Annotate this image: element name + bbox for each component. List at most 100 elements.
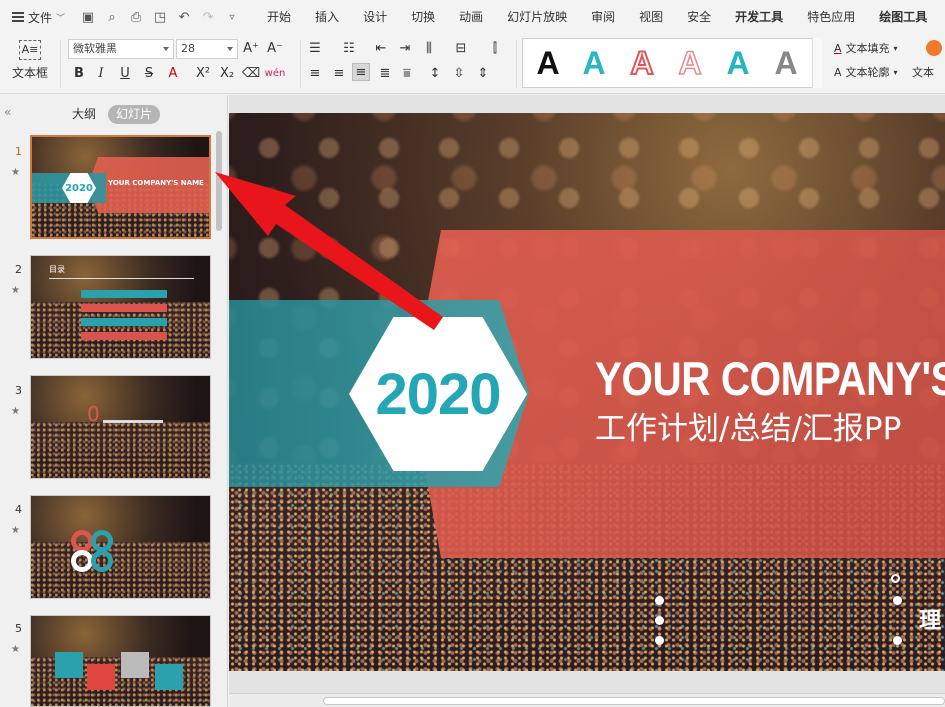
slide-number: 5 <box>15 622 22 635</box>
tab-drawing-tools[interactable]: 绘图工具 <box>867 0 939 34</box>
animation-star-icon: ★ <box>11 644 20 655</box>
tab-review[interactable]: 审阅 <box>579 0 627 34</box>
save-icon[interactable]: ▣ <box>79 8 97 26</box>
wordart-style-black[interactable]: A <box>531 45 565 81</box>
decor-dot <box>893 636 902 645</box>
text-fill-icon: A <box>834 41 842 55</box>
superscript-icon[interactable]: X² <box>194 64 212 82</box>
slide-thumbnail-1[interactable]: 2020 YOUR COMPANY'S NAME <box>30 135 211 239</box>
wordart-gallery-scroll[interactable] <box>812 38 822 88</box>
chevron-down-icon: ﹀ <box>56 13 66 24</box>
tab-slideshow[interactable]: 幻灯片放映 <box>495 0 579 34</box>
tab-animation[interactable]: 动画 <box>447 0 495 34</box>
tab-security[interactable]: 安全 <box>675 0 723 34</box>
distribute-icon[interactable]: ⩸ <box>398 64 416 82</box>
textbox-label: 文本框 <box>11 66 48 80</box>
file-menu-label: 文件 <box>28 10 53 25</box>
phonetic-icon[interactable]: wén <box>265 64 286 82</box>
columns-icon[interactable]: ⫿ <box>486 39 504 57</box>
tab-view[interactable]: 视图 <box>627 0 675 34</box>
grow-font-icon[interactable]: A⁺ <box>242 39 260 57</box>
text-direction-icon[interactable]: ⫼ <box>420 39 438 57</box>
user-avatar[interactable] <box>926 40 942 56</box>
chevron-down-icon <box>163 47 169 51</box>
line-spacing-icon[interactable]: ↕ <box>426 64 444 82</box>
textbox-icon: A≡ <box>19 40 41 60</box>
wordart-style-gray[interactable]: A <box>769 45 803 81</box>
tab-outline[interactable]: 大纲 <box>64 105 104 124</box>
slide-thumbnail-3[interactable]: 0 <box>30 375 211 479</box>
increase-indent-icon[interactable]: ⇥ <box>396 39 414 57</box>
decor-dot <box>893 596 902 605</box>
paragraph-settings-icon[interactable]: ⇕ <box>474 64 492 82</box>
animation-star-icon: ★ <box>11 167 20 178</box>
customize-icon[interactable]: ▿ <box>223 8 241 26</box>
thumb-card <box>121 652 149 678</box>
bold-icon[interactable]: B <box>70 64 88 82</box>
scrollbar-thumb[interactable] <box>323 697 945 705</box>
italic-icon[interactable]: I <box>92 64 110 82</box>
slide-number: 1 <box>15 145 22 158</box>
wordart-styles-gallery: A A A A A A <box>522 38 822 88</box>
chevron-down-icon: ▾ <box>893 67 898 77</box>
align-center-icon[interactable]: ≡ <box>330 64 348 82</box>
current-slide[interactable]: 2020 YOUR COMPANY'S 工作计划/总结/汇报PP 理 <box>229 113 945 671</box>
wordart-style-red-outline[interactable]: A <box>625 44 659 82</box>
tab-developer[interactable]: 开发工具 <box>723 0 795 34</box>
justify-icon[interactable]: ≣ <box>376 64 394 82</box>
decrease-indent-icon[interactable]: ⇤ <box>372 39 390 57</box>
tab-slides[interactable]: 幻灯片 <box>108 105 161 124</box>
slide-thumbnail-2[interactable]: 目录 <box>30 255 211 359</box>
tab-start[interactable]: 开始 <box>255 0 303 34</box>
undo-icon[interactable]: ↶ <box>175 8 193 26</box>
slide-number: 2 <box>15 263 22 276</box>
tab-insert[interactable]: 插入 <box>303 0 351 34</box>
slide-thumbnail-4[interactable] <box>30 495 211 599</box>
font-name-select[interactable]: 微软雅黑 <box>68 39 174 59</box>
text-effect-button[interactable]: 文本 <box>912 64 934 80</box>
wordart-style-teal[interactable]: A <box>577 45 611 81</box>
paragraph-spacing-icon[interactable]: ⇳ <box>450 64 468 82</box>
redo-icon[interactable]: ↷ <box>199 8 217 26</box>
text-outline-button[interactable]: A 文本轮廓 ▾ <box>834 64 898 80</box>
company-subtitle[interactable]: 工作计划/总结/汇报PP <box>595 403 901 448</box>
collapse-panel-icon[interactable]: « <box>4 105 11 119</box>
subscript-icon[interactable]: X₂ <box>218 64 236 82</box>
font-size-select[interactable]: 28 <box>176 39 238 59</box>
wordart-style-pink-outline[interactable]: A <box>673 44 707 82</box>
thumb-bar <box>81 332 167 340</box>
tab-features[interactable]: 特色应用 <box>795 0 867 34</box>
textbox-button[interactable]: A≡ 文本框 <box>6 40 54 81</box>
align-text-icon[interactable]: ⊟ <box>452 39 470 57</box>
decor-dot <box>655 616 664 625</box>
print-icon[interactable]: ⎙ <box>127 8 145 26</box>
thumbnail-scrollbar[interactable] <box>216 131 222 231</box>
thumb-glitter <box>31 421 210 478</box>
thumb-ring <box>91 530 113 552</box>
year-text[interactable]: 2020 <box>375 361 501 428</box>
slide-thumbnail-5[interactable] <box>30 615 211 707</box>
clear-format-icon[interactable]: ⌫ <box>242 64 260 82</box>
bullet-list-icon[interactable]: ☰ <box>306 39 324 57</box>
tab-transition[interactable]: 切换 <box>399 0 447 34</box>
company-title[interactable]: YOUR COMPANY'S <box>595 351 945 406</box>
align-right-icon[interactable]: ≡ <box>352 63 370 81</box>
shrink-font-icon[interactable]: A⁻ <box>266 39 284 57</box>
tab-design[interactable]: 设计 <box>351 0 399 34</box>
print-preview-icon[interactable]: ◳ <box>151 8 169 26</box>
file-menu-button[interactable]: 文件 ﹀ <box>0 0 73 34</box>
chevron-down-icon: ▾ <box>893 43 898 53</box>
font-name-value: 微软雅黑 <box>73 42 117 55</box>
font-color-icon[interactable]: A <box>164 64 182 82</box>
horizontal-scrollbar[interactable] <box>229 693 945 707</box>
decor-ring <box>891 574 900 583</box>
thumb-bar <box>81 290 167 298</box>
underline-icon[interactable]: U <box>116 64 134 82</box>
wordart-style-cyan[interactable]: A <box>721 45 755 81</box>
slide-edge-text[interactable]: 理 <box>919 603 941 635</box>
align-left-icon[interactable]: ≡ <box>306 64 324 82</box>
format-painter-icon[interactable]: ⌕ <box>103 8 121 26</box>
text-fill-button[interactable]: A 文本填充 ▾ <box>834 40 898 56</box>
numbered-list-icon[interactable]: ☷ <box>340 39 358 57</box>
strikethrough-icon[interactable]: S <box>140 64 158 82</box>
